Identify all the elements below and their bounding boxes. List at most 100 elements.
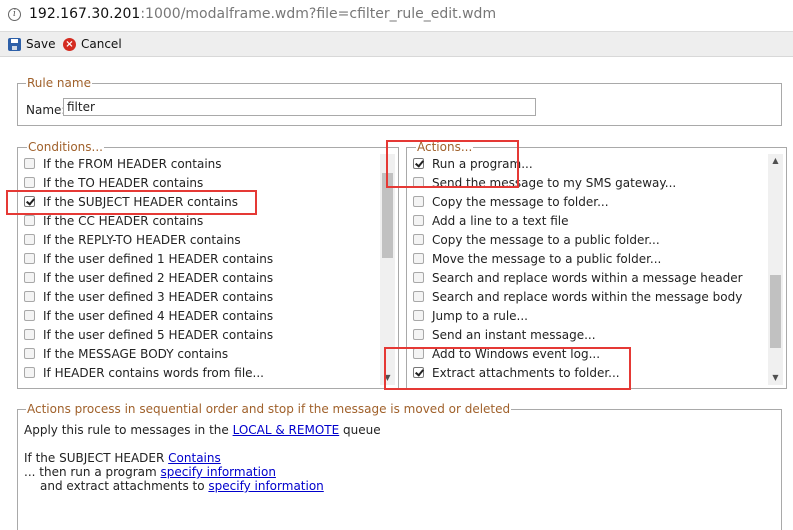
condition-prefix: If the SUBJECT HEADER (24, 451, 169, 465)
conditions-fieldset: Conditions... If the FROM HEADER contain… (17, 140, 399, 389)
action-item[interactable]: Search and replace words within the mess… (408, 287, 767, 306)
action-label: Add a line to a text file (432, 213, 569, 228)
action-item[interactable]: Copy the message to a public folder... (408, 230, 767, 249)
conditions-scroll-thumb[interactable] (382, 173, 393, 258)
action-item[interactable]: Extract attachments to folder... (408, 363, 767, 382)
action-label: Move the message to a public folder... (432, 251, 662, 266)
condition-label: If the SUBJECT HEADER contains (43, 194, 238, 209)
rule-name-input[interactable] (63, 98, 536, 116)
queue-link[interactable]: LOCAL & REMOTE (233, 423, 340, 437)
condition-checkbox[interactable] (24, 291, 35, 302)
scroll-up-icon[interactable] (380, 154, 395, 168)
action-label: Add to Windows event log... (432, 346, 601, 361)
action-checkbox[interactable] (413, 348, 424, 359)
action-checkbox[interactable] (413, 215, 424, 226)
condition-label: If the CC HEADER contains (43, 213, 204, 228)
condition-checkbox[interactable] (24, 329, 35, 340)
condition-checkbox[interactable] (24, 234, 35, 245)
condition-checkbox[interactable] (24, 310, 35, 321)
actions-fieldset: Actions... Run a program... Send the mess… (406, 140, 787, 389)
actions-legend: Actions... (416, 140, 474, 154)
action-checkbox[interactable] (413, 196, 424, 207)
action-item[interactable]: Send an instant message... (408, 325, 767, 344)
action-label: Extract attachments to folder... (432, 365, 620, 380)
action-item[interactable]: Copy the message to folder... (408, 192, 767, 211)
condition-label: If the user defined 3 HEADER contains (43, 289, 274, 304)
action-item[interactable]: Add to Windows event log... (408, 344, 767, 363)
condition-item[interactable]: If the user defined 2 HEADER contains (19, 268, 379, 287)
action-checkbox[interactable] (413, 234, 424, 245)
save-button[interactable]: Save (8, 36, 55, 52)
condition-checkbox[interactable] (24, 253, 35, 264)
cancel-icon: × (63, 37, 76, 51)
save-label: Save (26, 37, 56, 51)
action-item[interactable]: Send the message to my SMS gateway... (408, 173, 767, 192)
condition-item[interactable]: If the user defined 4 HEADER contains (19, 306, 379, 325)
action-label: Send the message to my SMS gateway... (432, 175, 677, 190)
address-bar[interactable]: i 192.167.30.201:1000/modalframe.wdm?fil… (0, 0, 793, 32)
action-checkbox[interactable] (413, 291, 424, 302)
condition-item[interactable]: If the MESSAGE BODY contains (19, 344, 379, 363)
action-checkbox[interactable] (413, 329, 424, 340)
condition-item[interactable]: If the CC HEADER contains (19, 211, 379, 230)
url-text[interactable]: 192.167.30.201:1000/modalframe.wdm?file=… (29, 6, 496, 22)
action-checkbox[interactable] (413, 310, 424, 321)
action-checkbox[interactable] (413, 158, 424, 169)
condition-item[interactable]: If the SUBJECT HEADER contains (19, 192, 379, 211)
specify-info-link-2[interactable]: specify information (208, 479, 323, 493)
condition-checkbox[interactable] (24, 348, 35, 359)
condition-label: If the FROM HEADER contains (43, 156, 222, 171)
condition-checkbox[interactable] (24, 177, 35, 188)
condition-checkbox[interactable] (24, 215, 35, 226)
condition-checkbox[interactable] (24, 158, 35, 169)
action-item[interactable]: Move the message to a public folder... (408, 249, 767, 268)
conditions-scrollbar[interactable]: ▼ (380, 154, 395, 385)
action-item[interactable]: Search and replace words within a messag… (408, 268, 767, 287)
scroll-down-icon[interactable]: ▼ (380, 371, 395, 385)
condition-item[interactable]: If the user defined 5 HEADER contains (19, 325, 379, 344)
condition-checkbox[interactable] (24, 367, 35, 378)
condition-checkbox[interactable] (24, 272, 35, 283)
contains-link[interactable]: Contains (168, 451, 221, 465)
condition-item[interactable]: If the FROM HEADER contains (19, 154, 379, 173)
toolbar: Save × Cancel (0, 32, 793, 57)
actions-scrollbar[interactable]: ▲ ▼ (768, 154, 783, 385)
condition-checkbox[interactable] (24, 196, 35, 207)
rule-name-fieldset: Rule name Name: (17, 76, 782, 126)
action-checkbox[interactable] (413, 177, 424, 188)
info-icon[interactable]: i (8, 8, 21, 21)
action-checkbox[interactable] (413, 367, 424, 378)
url-path: :1000/modalframe.wdm?file=cfilter_rule_e… (140, 6, 497, 22)
condition-item[interactable]: If HEADER contains words from file... (19, 363, 379, 382)
actions-scroll-thumb[interactable] (770, 275, 781, 348)
url-host: 192.167.30.201 (29, 6, 141, 22)
condition-item[interactable]: If the user defined 1 HEADER contains (19, 249, 379, 268)
action-item[interactable]: Run a program... (408, 154, 767, 173)
specify-info-link-1[interactable]: specify information (161, 465, 276, 479)
action-label: Copy the message to folder... (432, 194, 609, 209)
summary-apply-line: Apply this rule to messages in the LOCAL… (24, 423, 764, 437)
cancel-button[interactable]: × Cancel (63, 36, 122, 52)
action-item[interactable]: Jump to a rule... (408, 306, 767, 325)
conditions-legend: Conditions... (27, 140, 104, 154)
action1-prefix: ... then run a program (24, 465, 161, 479)
apply-prefix: Apply this rule to messages in the (24, 423, 233, 437)
condition-label: If the user defined 2 HEADER contains (43, 270, 274, 285)
condition-item[interactable]: If the user defined 3 HEADER contains (19, 287, 379, 306)
condition-item[interactable]: If the REPLY-TO HEADER contains (19, 230, 379, 249)
summary-blank-line (24, 437, 764, 451)
summary-action2-line: and extract attachments to specify infor… (24, 479, 764, 493)
action-label: Jump to a rule... (432, 308, 528, 323)
condition-label: If HEADER contains words from file... (43, 365, 264, 380)
rule-summary: Apply this rule to messages in the LOCAL… (24, 423, 764, 493)
action-checkbox[interactable] (413, 272, 424, 283)
action-label: Search and replace words within a messag… (432, 270, 743, 285)
actions-list: Run a program... Send the message to my S… (408, 154, 767, 384)
action-item[interactable]: Add a line to a text file (408, 211, 767, 230)
condition-item[interactable]: If the TO HEADER contains (19, 173, 379, 192)
condition-label: If the user defined 4 HEADER contains (43, 308, 274, 323)
action-checkbox[interactable] (413, 253, 424, 264)
scroll-up-icon[interactable]: ▲ (768, 154, 783, 168)
scroll-down-icon[interactable]: ▼ (768, 371, 783, 385)
summary-action1-line: ... then run a program specify informati… (24, 465, 764, 479)
